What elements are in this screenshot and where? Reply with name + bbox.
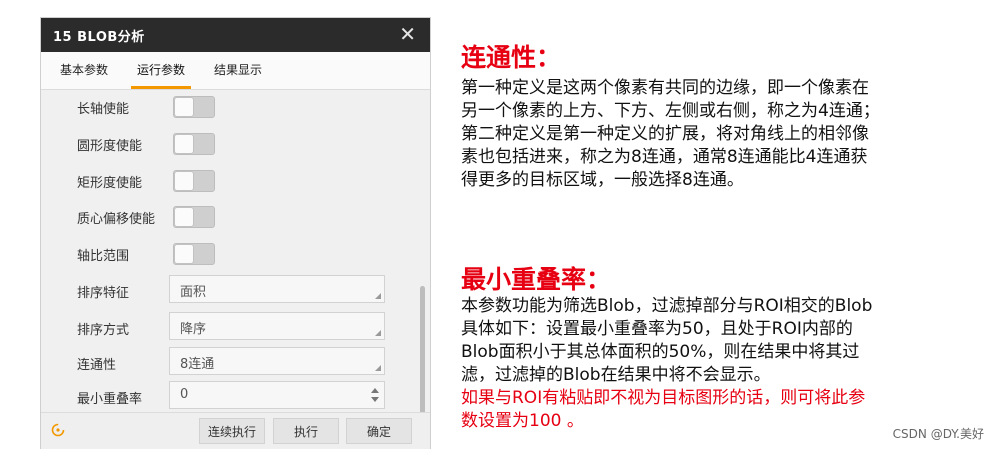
scrollbar[interactable] bbox=[420, 286, 425, 414]
sort-order-select[interactable]: 降序 bbox=[169, 312, 385, 340]
long-axis-enable-toggle[interactable] bbox=[173, 96, 215, 118]
text-line: Blob面积小于其总体面积的50%，则在结果中将其过 bbox=[461, 342, 860, 362]
watermark: CSDN @DY.美好 bbox=[892, 427, 984, 441]
reset-icon[interactable] bbox=[50, 422, 66, 438]
dropdown-corner-icon bbox=[375, 365, 381, 371]
run-button[interactable]: 执行 bbox=[273, 418, 339, 444]
confirm-button[interactable]: 确定 bbox=[346, 418, 412, 444]
toggle-knob bbox=[175, 172, 193, 190]
circularity-enable-label: 圆形度使能 bbox=[77, 139, 143, 154]
min-overlap-heading: 最小重叠率： bbox=[461, 265, 612, 294]
text-line: 本参数功能为筛选Blob，过滤掉部分与ROI相交的Blob bbox=[461, 296, 873, 316]
text-line: 第一种定义是这两个像素有共同的边缘，即一个像素在 bbox=[461, 78, 869, 98]
connectivity-label: 连通性 bbox=[77, 358, 117, 373]
rectangularity-enable-label: 矩形度使能 bbox=[77, 176, 143, 191]
highlight-line: 如果与ROI有粘贴即不视为目标图形的话，则可将此参 bbox=[461, 388, 866, 408]
text-line: 具体如下：设置最小重叠率为50，且处于ROI内部的 bbox=[461, 319, 853, 339]
sort-feature-value: 面积 bbox=[180, 285, 207, 300]
rectangularity-enable-toggle[interactable] bbox=[173, 170, 215, 192]
text-line: 第二种定义是第一种定义的扩展，将对角线上的相邻像 bbox=[461, 124, 869, 144]
connectivity-heading: 连通性： bbox=[461, 43, 562, 72]
tab-basic-params[interactable]: 基本参数 bbox=[51, 52, 117, 89]
text-line: 得更多的目标区域，一般选择8连通。 bbox=[461, 170, 744, 190]
centroid-offset-enable-toggle[interactable] bbox=[173, 206, 215, 228]
connectivity-paragraph: 第一种定义是这两个像素有共同的边缘，即一个像素在 另一个像素的上方、下方、左侧或… bbox=[461, 77, 880, 192]
circularity-enable-toggle[interactable] bbox=[173, 133, 215, 155]
min-overlap-stepper[interactable]: 0 bbox=[169, 381, 385, 409]
connectivity-select[interactable]: 8连通 bbox=[169, 347, 385, 375]
min-overlap-paragraph: 本参数功能为筛选Blob，过滤掉部分与ROI相交的Blob 具体如下：设置最小重… bbox=[461, 295, 872, 433]
sort-feature-select[interactable]: 面积 bbox=[169, 275, 385, 303]
sort-order-value: 降序 bbox=[180, 322, 207, 337]
text-line: 滤，过滤掉的Blob在结果中将不会显示。 bbox=[461, 365, 771, 385]
highlight-line: 数设置为100 。 bbox=[461, 411, 584, 431]
toggle-knob bbox=[175, 135, 193, 153]
toggle-knob bbox=[175, 208, 193, 226]
text-line: 素也包括进来，称之为8连通，通常8连通能比4连通获 bbox=[461, 147, 868, 167]
centroid-offset-enable-label: 质心偏移使能 bbox=[77, 212, 156, 227]
continuous-run-button[interactable]: 连续执行 bbox=[199, 418, 265, 444]
tab-run-params[interactable]: 运行参数 bbox=[125, 52, 197, 89]
spin-up-icon[interactable] bbox=[371, 388, 379, 393]
axis-ratio-range-toggle[interactable] bbox=[173, 243, 215, 265]
long-axis-enable-label: 长轴使能 bbox=[77, 102, 130, 117]
sort-order-label: 排序方式 bbox=[77, 323, 130, 338]
tab-bar: 基本参数 运行参数 结果显示 bbox=[41, 52, 430, 90]
dialog-footer: 连续执行 执行 确定 bbox=[41, 412, 430, 449]
min-overlap-label: 最小重叠率 bbox=[77, 392, 143, 407]
axis-ratio-range-label: 轴比范围 bbox=[77, 249, 130, 264]
toggle-knob bbox=[175, 98, 193, 116]
blob-analysis-dialog: 15 BLOB分析 ✕ 基本参数 运行参数 结果显示 长轴使能 圆形度使能 矩形… bbox=[41, 18, 430, 449]
min-overlap-value: 0 bbox=[180, 387, 189, 402]
toggle-knob bbox=[175, 245, 193, 263]
tab-result-display[interactable]: 结果显示 bbox=[205, 52, 271, 89]
dropdown-corner-icon bbox=[375, 330, 381, 336]
params-panel: 长轴使能 圆形度使能 矩形度使能 质心偏移使能 轴比范围 排序特征 面积 排序方… bbox=[41, 90, 430, 412]
connectivity-value: 8连通 bbox=[180, 357, 215, 372]
close-icon[interactable]: ✕ bbox=[399, 22, 416, 46]
spin-down-icon[interactable] bbox=[371, 397, 379, 402]
dropdown-corner-icon bbox=[375, 293, 381, 299]
text-line: 另一个像素的上方、下方、左侧或右侧，称之为4连通； bbox=[461, 101, 880, 121]
title-bar[interactable]: 15 BLOB分析 ✕ bbox=[41, 18, 430, 52]
sort-feature-label: 排序特征 bbox=[77, 286, 130, 301]
dialog-title: 15 BLOB分析 bbox=[53, 30, 145, 45]
